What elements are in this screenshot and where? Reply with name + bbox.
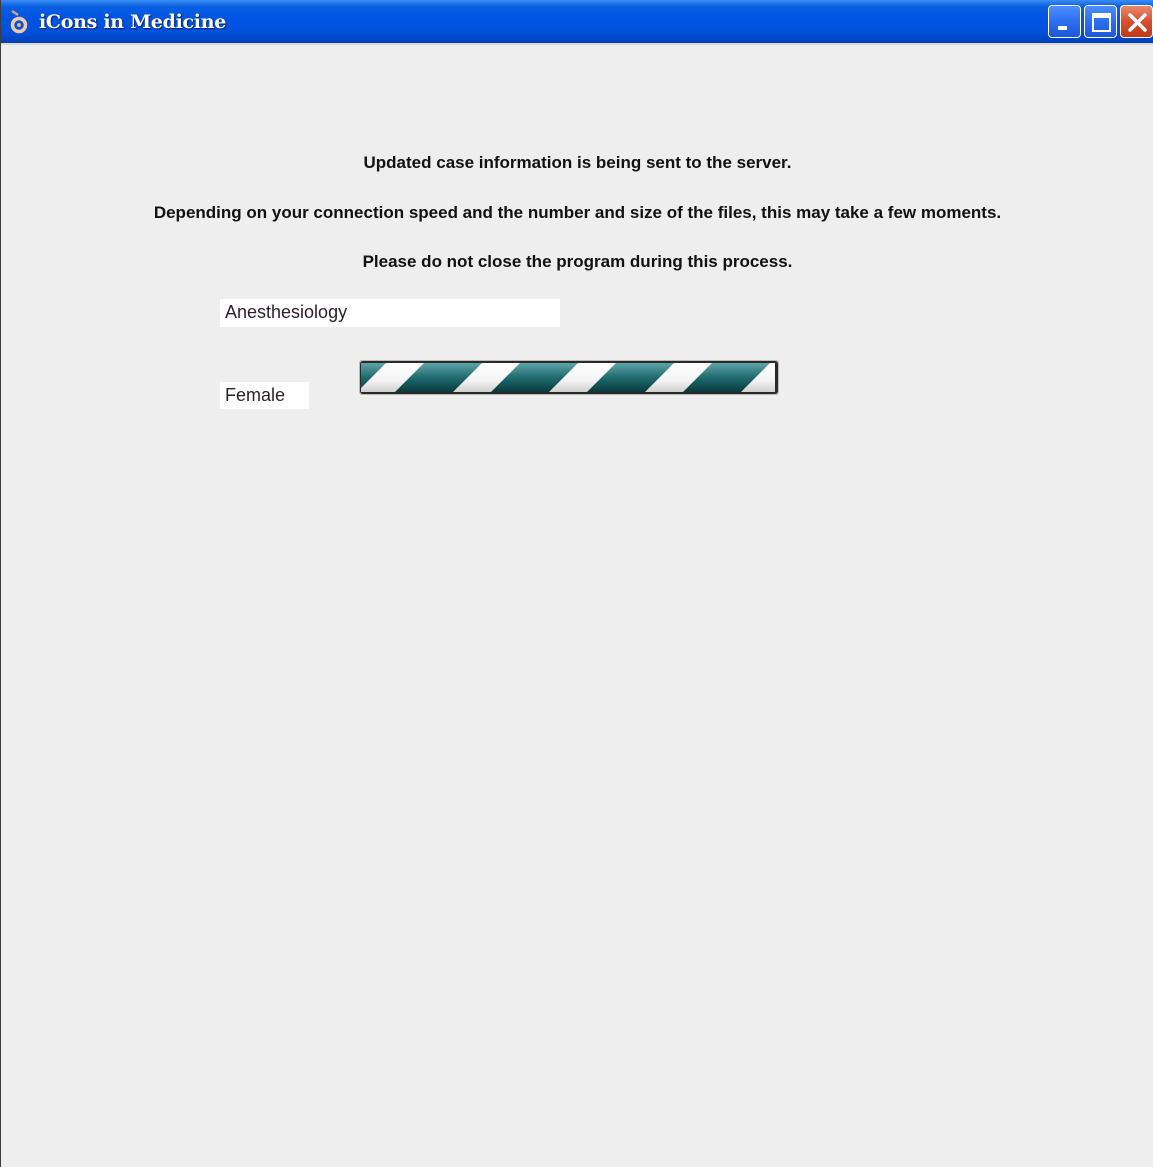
maximize-icon — [1092, 13, 1111, 32]
upload-progress-bar — [359, 358, 779, 395]
title-bar[interactable]: iCons in Medicine — [1, 0, 1153, 45]
close-button[interactable] — [1120, 5, 1153, 38]
minimize-button[interactable] — [1048, 5, 1081, 38]
minimize-icon — [1058, 26, 1067, 30]
sex-field: Female — [220, 382, 309, 409]
app-window: iCons in Medicine Updated case informati… — [0, 0, 1153, 1167]
app-logo-icon — [9, 9, 29, 35]
status-message-line1: Updated case information is being sent t… — [363, 153, 792, 172]
specialty-field: Anesthesiology — [220, 299, 560, 327]
window-title: iCons in Medicine — [39, 11, 226, 33]
status-message-line2: Depending on your connection speed and t… — [153, 203, 1002, 222]
maximize-button[interactable] — [1084, 5, 1117, 38]
status-message-line3: Please do not close the program during t… — [362, 252, 793, 271]
close-icon — [1128, 13, 1147, 32]
